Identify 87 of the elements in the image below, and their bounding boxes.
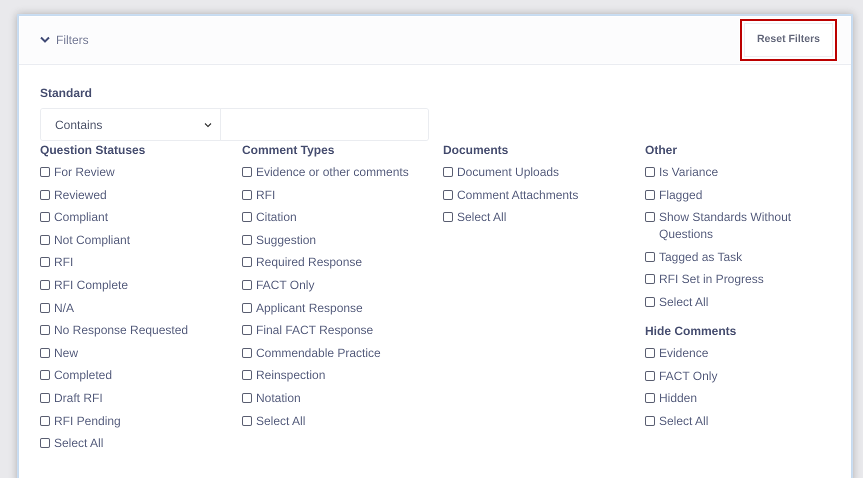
checkbox-label: Reinspection <box>256 367 326 384</box>
checkbox-label: Applicant Response <box>256 300 363 317</box>
checkbox[interactable] <box>40 280 50 290</box>
checkbox[interactable] <box>645 370 655 381</box>
checkbox[interactable] <box>242 348 252 358</box>
checkbox[interactable] <box>242 212 252 222</box>
checkbox-label: Commendable Practice <box>256 344 381 362</box>
checkbox-label: No Response Requested <box>54 322 188 340</box>
checkbox[interactable] <box>40 302 50 313</box>
checkbox[interactable] <box>40 370 50 380</box>
checkbox[interactable] <box>242 190 252 200</box>
checkbox-label: RFI Set in Progress <box>659 271 764 288</box>
checkbox-label: Final FACT Response <box>256 322 374 340</box>
checkbox-label: New <box>54 344 78 362</box>
checkbox-label: RFI Complete <box>54 276 128 294</box>
checkbox[interactable] <box>645 416 655 426</box>
checkbox[interactable] <box>40 438 50 448</box>
checkbox-label: FACT Only <box>256 276 314 294</box>
checkbox-label: Comment Attachments <box>457 186 578 204</box>
checkbox-label: Flagged <box>659 186 702 204</box>
checkbox-label: Required Response <box>256 254 362 272</box>
checkbox-label: RFI <box>54 254 74 272</box>
checkbox[interactable] <box>645 296 655 307</box>
chevron-down-icon <box>40 36 50 44</box>
checkbox[interactable] <box>40 167 50 177</box>
checkbox[interactable] <box>40 212 50 222</box>
checkbox-label: Show Standards Without Questions <box>659 209 792 244</box>
checkbox-label: Select All <box>457 209 506 226</box>
checkbox[interactable] <box>443 167 453 177</box>
checkbox[interactable] <box>242 325 252 336</box>
checkbox[interactable] <box>242 392 252 403</box>
checkbox-label: Evidence <box>659 344 708 362</box>
checkbox-label: Is Variance <box>659 164 718 181</box>
checkbox-label: Not Compliant <box>54 232 130 249</box>
checkbox[interactable] <box>242 257 252 268</box>
checkbox-label: For Review <box>54 164 115 181</box>
operator-dropdown[interactable]: Contains <box>40 108 221 141</box>
caret-icon <box>204 122 212 128</box>
checkbox-label: Evidence or other comments <box>256 164 409 181</box>
checkbox-label: Select All <box>659 294 708 311</box>
standard-label: Standard <box>40 85 94 102</box>
checkbox[interactable] <box>645 167 655 177</box>
group-heading: Comment Types <box>242 142 336 158</box>
checkbox[interactable] <box>242 416 252 426</box>
checkbox[interactable] <box>40 234 50 245</box>
checkbox[interactable] <box>645 348 655 358</box>
checkbox[interactable] <box>242 370 252 380</box>
checkbox-label: Notation <box>256 390 301 407</box>
checkbox-label: N/A <box>54 300 74 317</box>
filters-toggle[interactable]: Filters <box>40 31 89 49</box>
group-heading: Documents <box>443 142 510 158</box>
checkbox[interactable] <box>40 348 50 358</box>
checkbox[interactable] <box>443 212 453 222</box>
checkbox[interactable] <box>242 302 252 313</box>
checkbox-label: Select All <box>54 435 104 452</box>
checkbox[interactable] <box>40 190 50 200</box>
group-heading: Other <box>645 142 678 158</box>
checkbox[interactable] <box>242 167 252 177</box>
checkbox-label: Suggestion <box>256 232 316 249</box>
checkbox[interactable] <box>645 190 655 200</box>
checkbox-label: Compliant <box>54 209 108 226</box>
checkbox-label: Draft RFI <box>54 390 103 407</box>
checkbox[interactable] <box>242 234 252 245</box>
checkbox-label: Reviewed <box>54 186 107 204</box>
checkbox-label: RFI Pending <box>54 412 121 430</box>
checkbox-label: Hidden <box>659 390 698 408</box>
checkbox-label: Select All <box>659 412 708 430</box>
group-heading: Question Statuses <box>40 142 146 158</box>
checkbox[interactable] <box>645 274 655 284</box>
checkbox[interactable] <box>40 416 50 426</box>
checkbox[interactable] <box>645 212 655 222</box>
checkbox-label: Tagged as Task <box>659 248 742 266</box>
checkbox[interactable] <box>443 190 453 200</box>
checkbox[interactable] <box>645 252 655 262</box>
checkbox[interactable] <box>242 280 252 290</box>
checkbox-label: FACT Only <box>659 368 718 385</box>
checkbox-label: RFI <box>256 186 276 204</box>
checkbox[interactable] <box>645 393 655 404</box>
checkbox-label: Document Uploads <box>457 164 560 181</box>
checkbox-label: Citation <box>256 209 297 226</box>
reset-filters-button[interactable]: Reset Filters <box>744 23 833 57</box>
checkbox[interactable] <box>40 325 50 336</box>
group-heading: Hide Comments <box>645 322 738 339</box>
checkbox-label: Completed <box>54 367 112 384</box>
checkbox-label: Select All <box>256 412 306 430</box>
checkbox[interactable] <box>40 392 50 403</box>
checkbox[interactable] <box>40 257 50 268</box>
